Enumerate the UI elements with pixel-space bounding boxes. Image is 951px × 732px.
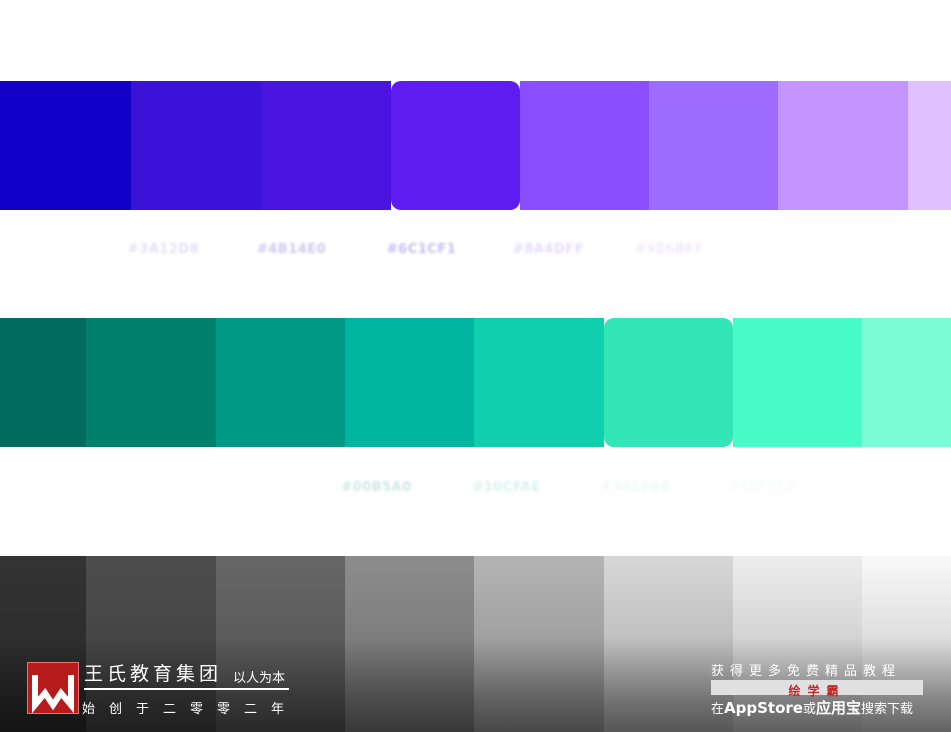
swatch[interactable]	[733, 318, 863, 447]
hex-code-label: #8A4DFF	[512, 242, 585, 257]
promo-app-name: 绘学霸	[788, 684, 846, 698]
palette-row-teal	[0, 318, 951, 447]
swatch-selected[interactable]	[391, 81, 520, 210]
hex-code-label: #4B14E0	[256, 242, 327, 257]
swatch[interactable]	[0, 81, 132, 210]
swatch[interactable]	[474, 556, 604, 732]
promo-heading: 获得更多免费精品教程	[711, 664, 902, 679]
hex-code-label: #00B5A0	[341, 480, 412, 495]
swatch[interactable]	[345, 318, 475, 447]
swatch[interactable]	[649, 81, 779, 210]
promo-store-appstore: AppStore	[724, 699, 803, 717]
swatch[interactable]	[0, 318, 87, 447]
org-slogan: 以人为本	[233, 671, 286, 686]
hex-code-label: #9E6BFF	[634, 242, 705, 257]
swatch[interactable]	[131, 81, 261, 210]
hex-code-label: #10CFAE	[472, 480, 541, 495]
brand-logo	[27, 662, 79, 714]
swatch[interactable]	[778, 81, 908, 210]
promo-download-text: 在AppStore或应用宝搜索下载	[711, 697, 931, 718]
swatch[interactable]	[216, 318, 346, 447]
swatch[interactable]	[86, 318, 216, 447]
hex-code-label: #33E6B8	[600, 480, 671, 495]
palette-row-purple	[0, 81, 951, 210]
hex-code-label: #6C1CF1	[386, 242, 457, 257]
founded-text: 始创于二零零二年	[82, 702, 299, 717]
promo-app-banner: 绘学霸	[711, 680, 923, 698]
swatch[interactable]	[474, 318, 604, 447]
divider	[84, 688, 289, 690]
hex-code-label: #48FCC5	[727, 480, 798, 495]
swatch[interactable]	[261, 81, 391, 210]
swatch[interactable]	[908, 81, 951, 210]
promo-or: 或	[802, 702, 816, 717]
promo-store-yingyongbao: 应用宝	[815, 699, 861, 717]
swatch[interactable]	[345, 556, 475, 732]
logo-w-icon	[32, 675, 74, 713]
swatch[interactable]	[862, 318, 951, 447]
hex-code-label: #3A12D8	[127, 242, 200, 257]
promo-suffix: 搜索下载	[860, 702, 913, 717]
promo-prefix: 在	[711, 702, 725, 717]
org-name: 王氏教育集团	[84, 663, 223, 685]
swatch-selected[interactable]	[604, 318, 733, 447]
swatch[interactable]	[520, 81, 650, 210]
